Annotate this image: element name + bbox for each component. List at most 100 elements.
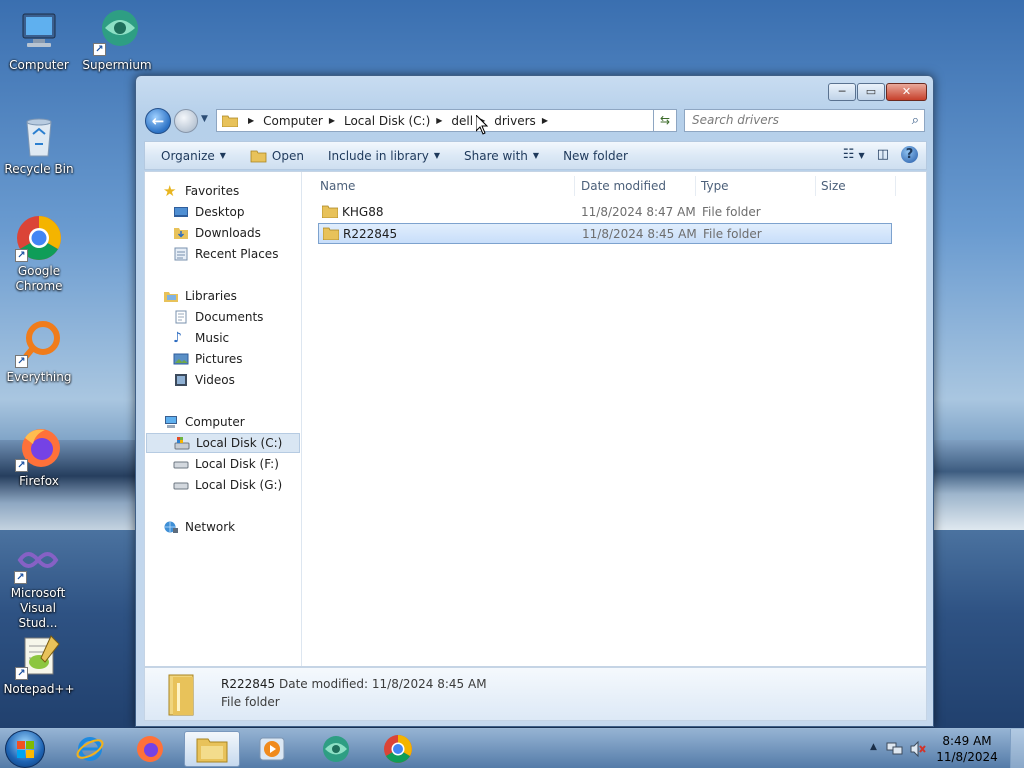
chevron-right-icon[interactable]: ▶ [436,116,442,125]
chevron-right-icon[interactable]: ▶ [329,116,335,125]
nav-label: Recent Places [195,247,279,261]
minimize-button[interactable]: ─ [828,83,856,101]
desktop-icon-label: Supermium [82,58,152,72]
view-controls: ☷ ▼ ◫ ? [831,146,918,163]
column-label: Type [701,179,729,193]
volume-muted-icon[interactable] [909,740,927,758]
breadcrumb-computer[interactable]: Computer [263,114,323,128]
nav-local-disk-f[interactable]: Local Disk (F:) [173,454,279,474]
desktop-icon-chrome[interactable]: ↗ Google Chrome [1,214,77,294]
folder-icon [322,205,338,218]
nav-libraries[interactable]: Libraries [163,286,237,306]
nav-downloads[interactable]: Downloads [173,223,261,243]
include-in-library-label: Include in library [327,148,429,163]
column-header-type[interactable]: Type [696,176,816,196]
everything-icon: ↗ [15,320,63,368]
refresh-button[interactable]: ⇆ [653,109,677,132]
nav-label: Videos [195,373,235,387]
start-button[interactable] [5,730,45,768]
firefox-icon [137,736,163,762]
maximize-button[interactable]: ▭ [857,83,885,101]
taskbar-firefox[interactable] [122,731,178,767]
nav-music[interactable]: ♪ Music [173,328,229,348]
nav-label: Downloads [195,226,261,240]
new-folder-button[interactable]: New folder [555,149,636,163]
file-name: KHG88 [342,205,384,219]
desktop-icon-recycle-bin[interactable]: Recycle Bin [1,112,77,177]
column-header-name[interactable]: Name [315,176,575,196]
taskbar-media-player[interactable] [244,731,300,767]
breadcrumb-drivers[interactable]: drivers [494,114,536,128]
windows-logo-icon [17,741,34,758]
show-hidden-icons-icon[interactable]: ▲ [870,742,877,752]
breadcrumb-dell[interactable]: dell [451,114,473,128]
nav-network[interactable]: Network [163,517,235,537]
media-player-icon [259,737,285,761]
search-icon[interactable]: ⌕ [912,110,919,131]
nav-label: Local Disk (F:) [195,457,279,471]
computer-icon [165,416,177,428]
help-icon[interactable]: ? [901,146,918,163]
taskbar-supermium[interactable] [308,731,364,767]
chevron-right-icon[interactable]: ▶ [542,116,548,125]
file-date-modified: 11/8/2024 8:47 AM [581,205,696,219]
back-button[interactable]: ← [145,108,171,134]
nav-desktop[interactable]: Desktop [173,202,245,222]
nav-label: Computer [185,415,245,429]
internet-explorer-icon [76,737,104,761]
nav-local-disk-c[interactable]: Local Disk (C:) [146,433,300,453]
search-input[interactable]: Search drivers ⌕ [684,109,925,132]
clock-date: 11/8/2024 [936,750,998,764]
breadcrumb-local-disk-c[interactable]: Local Disk (C:) [344,114,430,128]
desktop-icon-everything[interactable]: ↗ Everything [1,320,77,385]
system-tray: ▲ 8:49 AM 11/8/2024 [854,729,1024,768]
breadcrumb: ▶ Computer ▶ Local Disk (C:) ▶ dell ▶ dr… [242,114,557,128]
table-row-selected[interactable]: R222845 11/8/2024 8:45 AM File folder [318,223,892,244]
nav-local-disk-g[interactable]: Local Disk (G:) [173,475,282,495]
desktop-icon-notepadpp[interactable]: ↗ Notepad++ [1,632,77,697]
desktop-icon [174,207,188,217]
organize-button[interactable]: Organize ▼ [153,149,234,163]
column-header-size[interactable]: Size [816,176,896,196]
table-row[interactable]: KHG88 11/8/2024 8:47 AM File folder [318,202,892,223]
supermium-icon: ↗ [93,8,141,56]
nav-pictures[interactable]: Pictures [173,349,243,369]
nav-recent-places[interactable]: Recent Places [173,244,278,264]
navigation-bar: ← ▼ ▶ Computer ▶ Local Disk (C:) ▶ dell … [144,107,927,135]
nav-computer[interactable]: Computer [163,412,245,432]
open-button[interactable]: Open [242,149,312,163]
show-desktop-button[interactable] [1010,729,1024,768]
chevron-right-icon[interactable]: ▶ [248,116,254,125]
supermium-icon [323,736,349,762]
desktop-icon-supermium[interactable]: ↗ Supermium [79,8,155,73]
desktop-icon-label: Firefox [19,474,59,488]
nav-label: Local Disk (G:) [195,478,283,492]
clock[interactable]: 8:49 AM 11/8/2024 [932,733,1002,765]
column-label: Name [320,179,356,193]
taskbar-internet-explorer[interactable] [62,731,118,767]
forward-button[interactable] [174,109,198,133]
close-button[interactable]: ✕ [886,83,927,101]
nav-documents[interactable]: Documents [173,307,263,327]
desktop-icon-computer[interactable]: Computer [1,8,77,73]
address-bar[interactable]: ▶ Computer ▶ Local Disk (C:) ▶ dell ▶ dr… [216,109,677,132]
taskbar-file-explorer[interactable] [184,731,240,767]
nav-label: Network [185,520,236,534]
nav-videos[interactable]: Videos [173,370,235,390]
taskbar-chrome[interactable] [370,731,426,767]
file-explorer-icon [196,738,228,763]
desktop-icon-firefox[interactable]: ↗ Firefox [1,424,77,489]
network-status-icon[interactable] [886,741,904,757]
history-dropdown-icon[interactable]: ▼ [201,114,208,124]
share-with-button[interactable]: Share with ▼ [456,149,547,163]
clock-time: 8:49 AM [942,734,992,748]
include-in-library-button[interactable]: Include in library ▼ [320,149,448,163]
desktop-icon-visual-studio[interactable]: ↗ Microsoft Visual Stud... [0,536,76,631]
column-header-date-modified[interactable]: Date modified [576,176,696,196]
open-label: Open [271,148,304,163]
preview-pane-icon[interactable]: ◫ [877,147,889,162]
nav-favorites[interactable]: ★ Favorites [163,181,239,201]
chevron-down-icon: ▼ [532,151,540,160]
notepadpp-icon: ↗ [15,632,63,680]
change-view-icon[interactable]: ☷ ▼ [843,147,865,162]
